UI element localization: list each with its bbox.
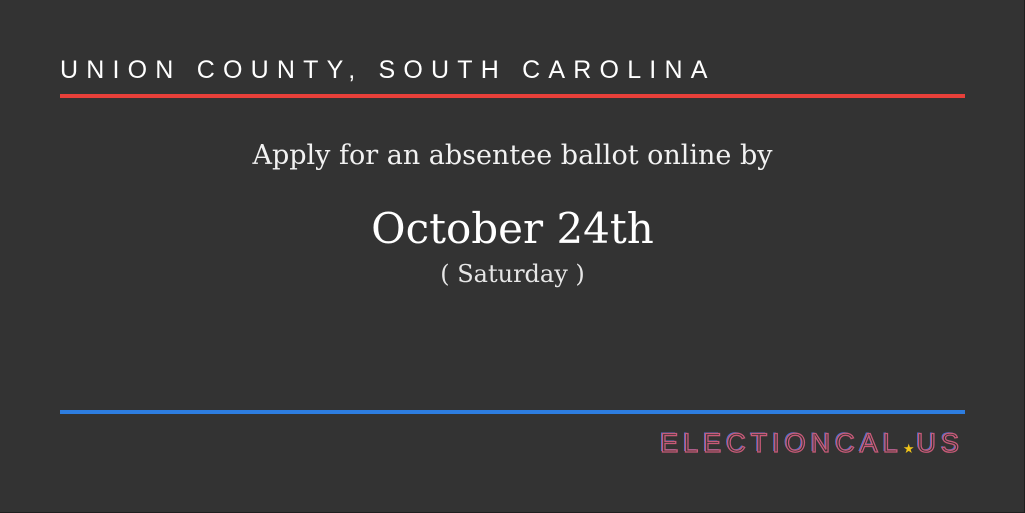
absentee-deadline-card: UNION COUNTY, SOUTH CAROLINA Apply for a…: [0, 0, 1025, 513]
red-divider: [60, 94, 965, 98]
electioncal-logo: ELECTIONCAL★US: [660, 427, 964, 459]
logo-name-left: ELECTIONCAL: [660, 427, 903, 458]
star-icon: ★: [902, 441, 917, 456]
deadline-weekday: ( Saturday ): [440, 260, 585, 288]
deadline-date: October 24th: [371, 204, 654, 253]
deadline-prompt: Apply for an absentee ballot online by: [252, 140, 773, 171]
blue-divider: [60, 410, 965, 414]
logo-name-right: US: [916, 427, 964, 458]
county-title: UNION COUNTY, SOUTH CAROLINA: [60, 56, 716, 84]
